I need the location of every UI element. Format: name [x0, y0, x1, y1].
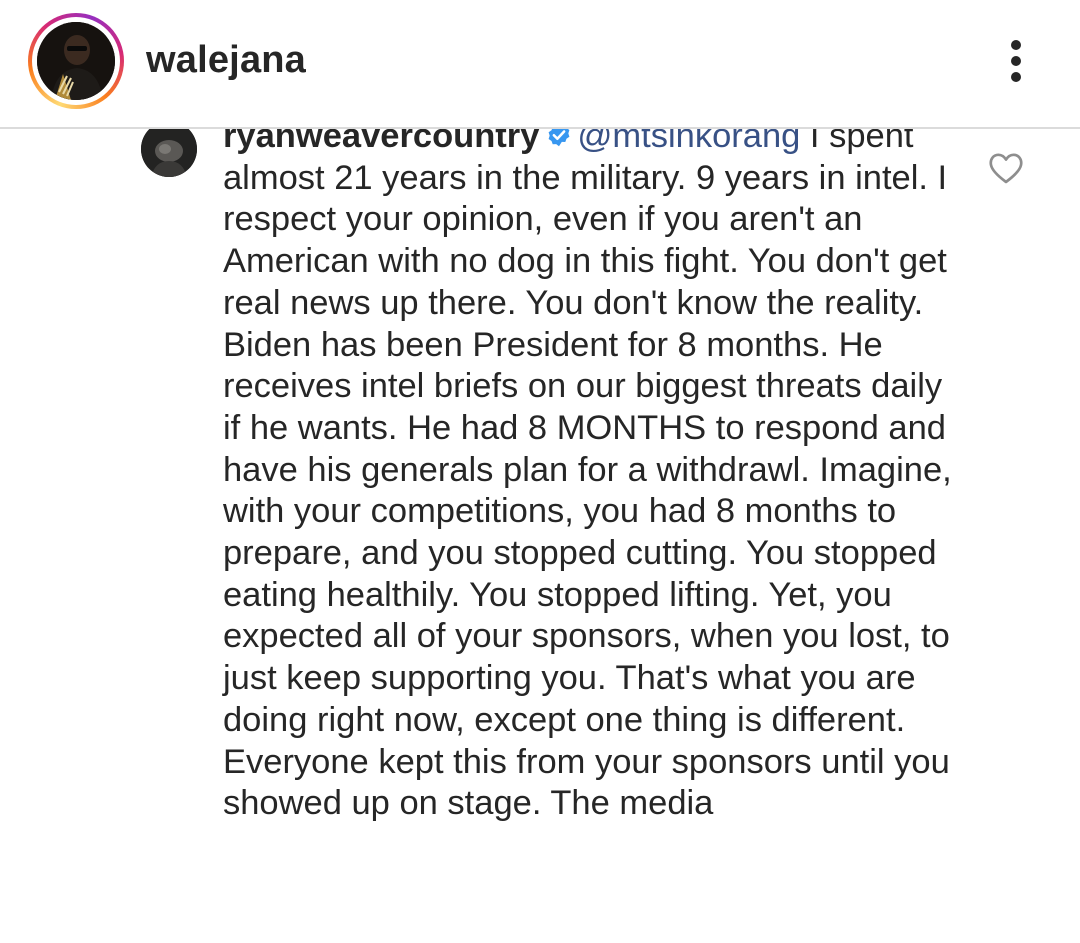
post-header: walejana	[0, 0, 1080, 129]
comment-body: I spent almost 21 years in the military.…	[223, 129, 952, 823]
comment-avatar-image	[141, 129, 197, 177]
story-ring[interactable]	[28, 13, 124, 109]
more-vertical-icon	[1011, 40, 1021, 50]
avatar-portrait-image	[37, 22, 115, 100]
avatar	[37, 22, 115, 100]
comment-avatar[interactable]	[141, 129, 197, 177]
header-username[interactable]: walejana	[146, 37, 306, 83]
comment-thread: ryanweavercountry @mtsinkorang I spent al…	[0, 129, 1080, 943]
more-options-button[interactable]	[998, 36, 1034, 86]
verified-badge-icon	[549, 129, 570, 147]
heart-outline-icon	[989, 153, 1023, 184]
comment-mention[interactable]: @mtsinkorang	[577, 129, 800, 155]
like-comment-button[interactable]	[988, 151, 1024, 185]
comment-text: ryanweavercountry @mtsinkorang I spent al…	[223, 129, 958, 825]
comment-author[interactable]: ryanweavercountry	[223, 129, 539, 155]
